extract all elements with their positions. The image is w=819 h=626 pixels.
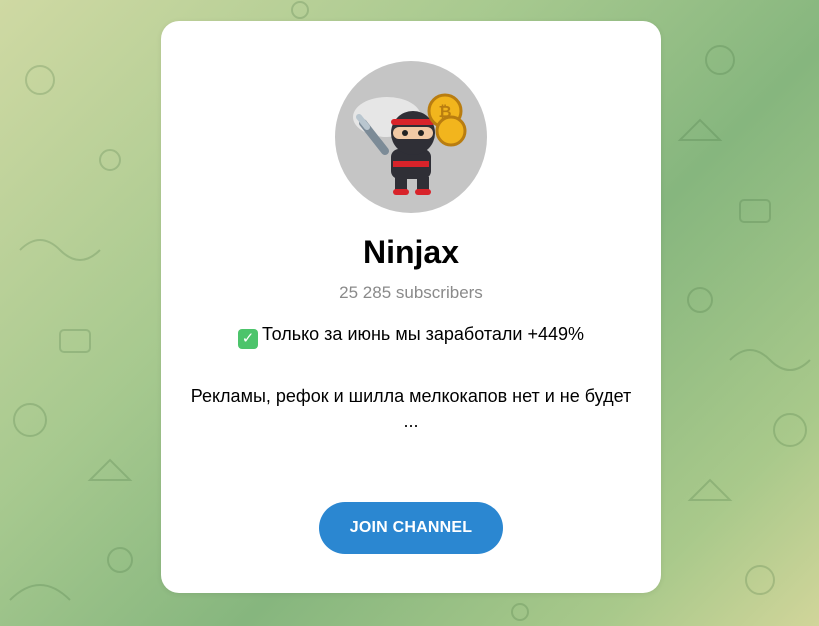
channel-title: Ninjax: [362, 234, 460, 270]
subscriber-count: 25 285 subscribers: [339, 283, 483, 302]
check-mark-icon: ✓: [238, 329, 258, 349]
description-line-1-text: Только за июнь мы заработали +449%: [262, 324, 584, 344]
description-ellipsis: ...: [403, 411, 419, 431]
ninja-avatar-icon: ₿: [335, 61, 487, 213]
channel-description: ✓ Только за июнь мы заработали +449% Рекл…: [185, 319, 637, 431]
svg-text:₿: ₿: [438, 102, 451, 121]
join-channel-button[interactable]: JOIN CHANNEL: [319, 502, 503, 554]
description-line-1: ✓ Только за июнь мы заработали +449%: [185, 319, 637, 349]
channel-card: ₿ Ninjax 25 285 subscribers ✓ Только за и…: [161, 21, 661, 593]
description-line-2: Рекламы, рефок и шилла мелкокапов нет и …: [190, 386, 632, 406]
channel-avatar-image: ₿: [353, 93, 467, 195]
